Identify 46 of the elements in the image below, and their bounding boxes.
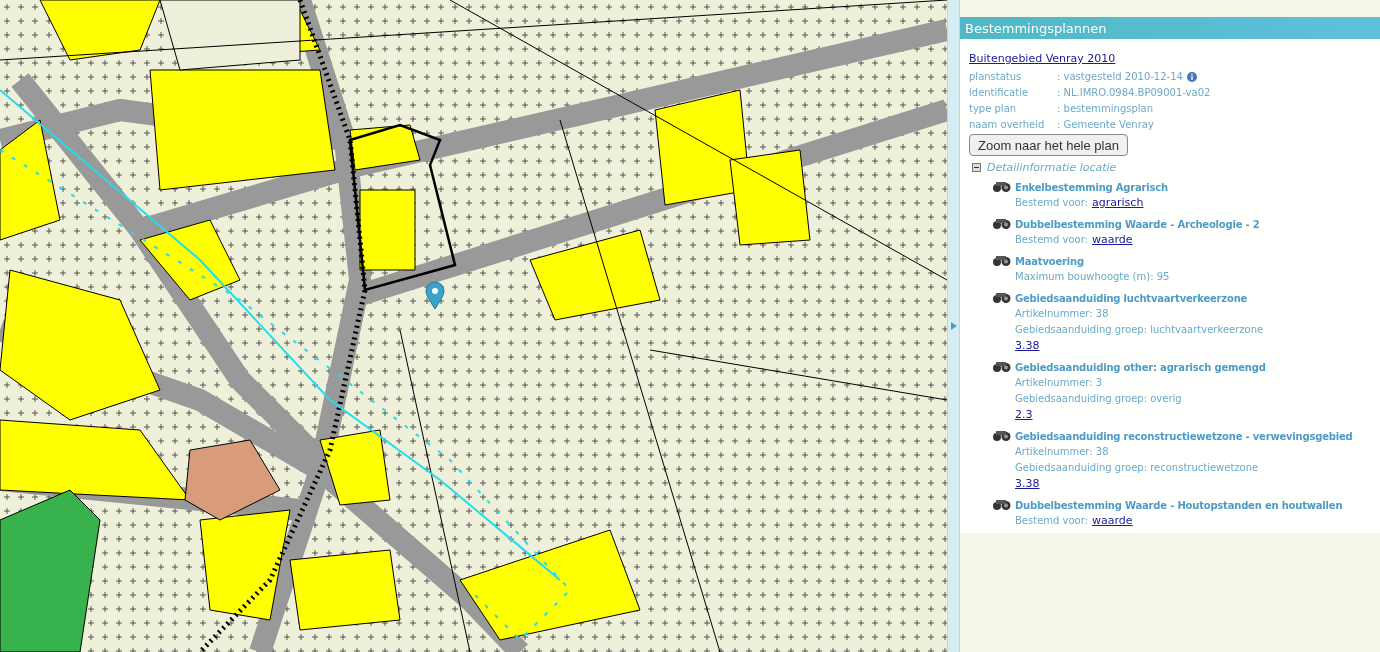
article-link[interactable]: 3.38	[1015, 338, 1040, 354]
property-value: : Gemeente Venray	[1057, 118, 1154, 132]
property-value: : bestemmingsplan	[1057, 102, 1154, 116]
property-label: naam overheid	[969, 118, 1046, 132]
binoculars-icon	[991, 430, 1011, 441]
plan-link[interactable]: Buitengebied Venray 2010	[969, 52, 1116, 65]
detail-text: Gebiedsaanduiding groep: overig	[1015, 392, 1183, 406]
detail-title: Enkelbestemming Agrarisch	[1015, 181, 1168, 195]
detail-link[interactable]: agrarisch	[1092, 195, 1144, 211]
detail-text: Artikelnummer: 38	[1015, 307, 1110, 321]
property-label: identificatie	[969, 86, 1030, 100]
zoom-to-plan-button[interactable]: Zoom naar het hele plan	[969, 134, 1128, 156]
detail-title: Gebiedsaanduiding reconstructiewetzone - verwevingsgebied	[1015, 430, 1353, 444]
binoculars-icon	[991, 361, 1011, 372]
detail-label: Bestemd voor:	[1015, 196, 1089, 210]
binoculars-icon	[991, 292, 1011, 303]
detail-text: Artikelnummer: 3	[1015, 376, 1104, 390]
detail-title: Gebiedsaanduiding luchtvaartverkeerzone	[1015, 292, 1249, 306]
detail-text: Gebiedsaanduiding groep: luchtvaartverkeerzone	[1015, 323, 1264, 337]
binoculars-icon	[991, 255, 1011, 266]
binoculars-icon	[991, 218, 1011, 229]
article-link[interactable]: 3.38	[1015, 476, 1040, 492]
detail-text: Maximum bouwhoogte (m): 95	[1015, 270, 1170, 284]
detail-title: Dubbelbestemming Waarde - Houtopstanden en houtwallen	[1015, 499, 1343, 513]
panel-title: Bestemmingsplannen	[960, 17, 1380, 39]
property-value: : vastgesteld 2010-12-14	[1057, 70, 1183, 84]
map-drawing[interactable]	[0, 0, 947, 652]
info-icon[interactable]	[1186, 72, 1197, 82]
expand-arrow-icon[interactable]	[950, 322, 957, 330]
binoculars-icon	[991, 181, 1011, 192]
collapse-toggle-icon[interactable]	[972, 163, 981, 172]
detail-link[interactable]: waarde	[1092, 232, 1133, 248]
property-label: planstatus	[969, 70, 1023, 84]
detail-link[interactable]: waarde	[1092, 513, 1133, 529]
detail-text: Artikelnummer: 38	[1015, 445, 1110, 459]
property-value: : NL.IMRO.0984.BP09001-va02	[1057, 86, 1211, 100]
article-link[interactable]: 2.3	[1015, 407, 1033, 423]
detail-label: Bestemd voor:	[1015, 233, 1089, 247]
binoculars-icon	[991, 499, 1011, 510]
detail-title: Gebiedsaanduiding other: agrarisch gemengd	[1015, 361, 1266, 375]
detail-label: Bestemd voor:	[1015, 514, 1089, 528]
property-label: type plan	[969, 102, 1018, 116]
location-pin-icon	[425, 281, 445, 310]
detail-title: Maatvoering	[1015, 255, 1085, 269]
detail-text: Gebiedsaanduiding groep: reconstructiewetzone	[1015, 461, 1260, 475]
detail-title: Dubbelbestemming Waarde - Archeologie - 2	[1015, 218, 1260, 232]
